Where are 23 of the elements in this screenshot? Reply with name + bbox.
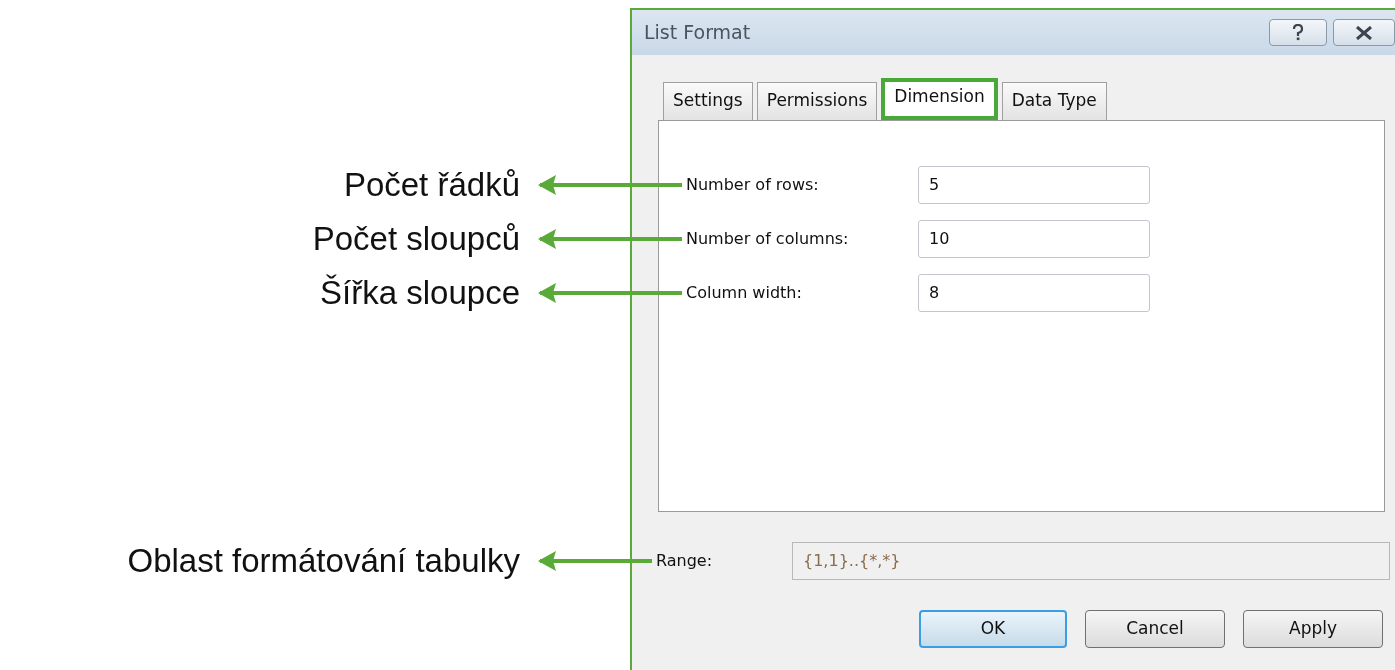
- field-label: Number of columns:: [686, 227, 850, 250]
- callout-text: Šířka sloupce: [320, 272, 520, 313]
- field-label: Column width:: [686, 281, 803, 304]
- callout-text: Počet řádků: [343, 164, 520, 205]
- input-field[interactable]: 10: [918, 219, 1150, 258]
- window-title: List Format: [644, 20, 752, 46]
- input-field[interactable]: 5: [918, 165, 1150, 204]
- close-button[interactable]: [1333, 19, 1395, 46]
- dialog-button[interactable]: OK: [919, 609, 1067, 648]
- help-button[interactable]: [1269, 19, 1327, 46]
- tab[interactable]: Permissions: [756, 82, 878, 120]
- dialog-button[interactable]: Apply: [1243, 609, 1383, 648]
- tab[interactable]: Dimension: [881, 78, 998, 120]
- callout-text: Počet sloupců: [312, 218, 520, 259]
- close-icon: [1355, 25, 1373, 40]
- field-label: Number of rows:: [686, 173, 820, 196]
- input-field[interactable]: 8: [918, 273, 1150, 312]
- field-label: Range:: [656, 549, 714, 572]
- dialog-button[interactable]: Cancel: [1085, 609, 1225, 648]
- callout-text: Oblast formátování tabulky: [127, 540, 520, 581]
- tab[interactable]: Settings: [663, 82, 753, 120]
- help-icon: [1292, 24, 1304, 41]
- tab[interactable]: Data Type: [1001, 82, 1107, 120]
